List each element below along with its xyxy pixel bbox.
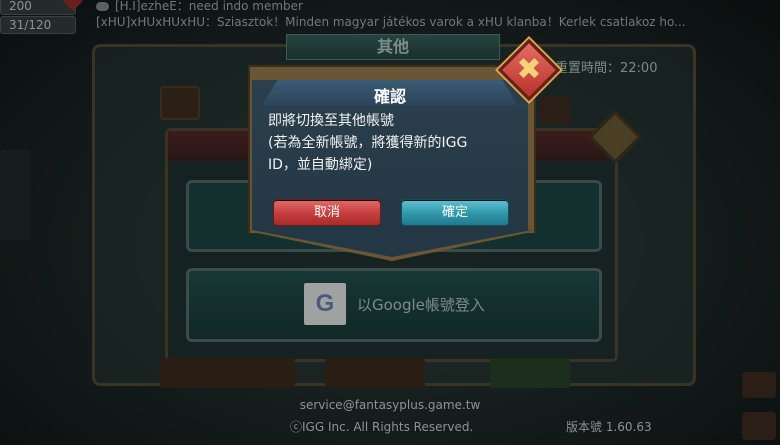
google-login-button[interactable]: G 以Google帳號登入 [186, 268, 602, 342]
resource-counter-2: 31/120 [0, 16, 76, 34]
chat-text-2: [xHU]xHUxHUxHU：Sziasztok！Minden magyar j… [96, 15, 686, 29]
bottom-item [325, 358, 425, 388]
resource-value-1: 200 [9, 0, 32, 13]
dialog-message-line-2: (若為全新帳號，將獲得新的IGG [268, 135, 468, 151]
chat-text-1: [H.I]ezheE：need indo member [115, 0, 303, 13]
chest-icon [160, 86, 200, 120]
chat-line-1[interactable]: [H.I]ezheE：need indo member [96, 0, 776, 13]
google-login-label: 以Google帳號登入 [357, 296, 485, 314]
dialog-message-line-1: 即將切換至其他帳號 [268, 113, 394, 129]
reset-time-label: 重置時間：22:00 [555, 61, 658, 76]
bottom-item [490, 358, 570, 388]
dialog-message-line-3: ID，並自動綁定) [268, 157, 373, 173]
cancel-button[interactable]: 取消 [273, 199, 381, 226]
side-menu-icon[interactable] [742, 372, 776, 398]
dialog-body-point [252, 230, 532, 257]
dialog-title: 確認 [373, 87, 406, 106]
confirm-button[interactable]: 確定 [401, 199, 509, 226]
service-email: service@fantasyplus.game.tw [299, 398, 481, 412]
chat-line-2[interactable]: [xHU]xHUxHUxHU：Sziasztok！Minden magyar j… [96, 13, 776, 29]
chat-bubble-icon [96, 2, 109, 11]
window-header-title: 其他 [286, 34, 500, 60]
resource-value-2: 31/120 [9, 18, 52, 32]
close-icon[interactable]: ✖ [507, 48, 551, 92]
copyright-text: ⓒIGG Inc. All Rights Reserved. [290, 420, 474, 434]
side-menu-icon[interactable] [742, 412, 776, 440]
dialog-message: 即將切換至其他帳號 (若為全新帳號，將獲得新的IGG ID，並自動綁定) [268, 110, 518, 176]
bottom-item [205, 358, 295, 388]
left-edge-decoration [0, 150, 30, 240]
side-decoration [540, 96, 570, 124]
version-text: 版本號 1.60.63 [566, 420, 652, 434]
google-icon: G [304, 283, 346, 325]
